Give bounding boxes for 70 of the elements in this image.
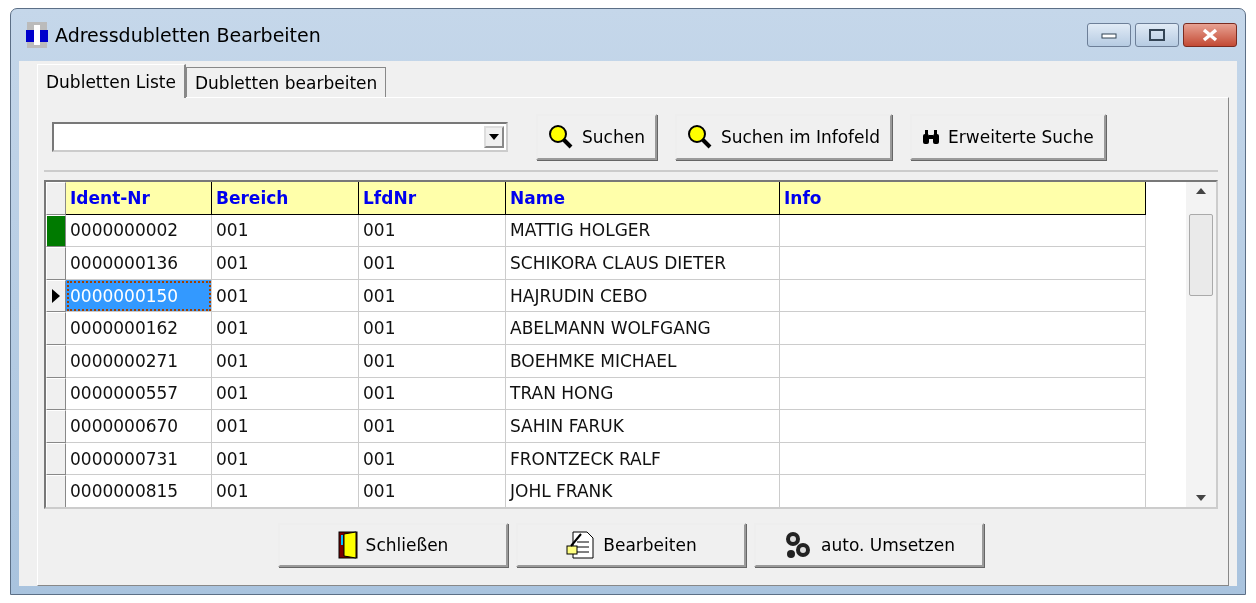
table-cell: SAHIN FARUK xyxy=(506,410,780,443)
table-cell: HAJRUDIN CEBO xyxy=(506,279,780,313)
table-cell: 001 xyxy=(359,247,506,280)
table-cell: 001 xyxy=(212,377,359,411)
column-header[interactable]: LfdNr xyxy=(359,182,506,215)
minimize-icon xyxy=(1101,31,1117,39)
table-cell: 001 xyxy=(212,247,359,280)
table-cell: ABELMANN WOLFGANG xyxy=(506,312,780,345)
search-icon xyxy=(686,124,713,150)
table-cell: 0000000731 xyxy=(66,442,212,476)
search-button[interactable]: Erweiterte Suche xyxy=(910,114,1106,160)
action-button[interactable]: Bearbeiten xyxy=(516,523,746,567)
minimize-button[interactable] xyxy=(1087,23,1131,47)
column-header[interactable]: Ident-Nr xyxy=(66,182,212,215)
table-cell: 001 xyxy=(212,279,359,313)
close-button[interactable] xyxy=(1183,23,1237,47)
table-cell: 0000000136 xyxy=(66,247,212,280)
current-row-icon xyxy=(52,289,60,304)
scroll-up-icon[interactable] xyxy=(1196,188,1206,194)
scroll-down-icon[interactable] xyxy=(1196,495,1206,501)
document-edit-icon xyxy=(565,530,596,560)
table-cell: 0000000670 xyxy=(66,410,212,443)
table-cell: MATTIG HOLGER xyxy=(506,214,780,248)
action-button[interactable]: auto. Umsetzen xyxy=(754,523,984,567)
tab[interactable]: Dubletten bearbeiten xyxy=(186,67,387,97)
table-cell: 0000000162 xyxy=(66,312,212,345)
tab[interactable]: Dubletten Liste xyxy=(37,64,186,98)
table-cell: 001 xyxy=(212,410,359,443)
table-cell: BOEHMKE MICHAEL xyxy=(506,344,780,378)
table-cell: 0000000002 xyxy=(66,214,212,248)
column-header[interactable]: Bereich xyxy=(212,182,359,215)
dropdown-arrow-icon xyxy=(489,134,499,140)
table-cell: 001 xyxy=(359,279,506,313)
maximize-button[interactable] xyxy=(1135,23,1179,47)
table-cell: 001 xyxy=(359,312,506,345)
binoculars-icon xyxy=(922,129,941,145)
table-cell: 001 xyxy=(359,377,506,411)
window-title: Adressdubletten Bearbeiten xyxy=(55,24,321,46)
action-button[interactable]: Schließen xyxy=(278,523,508,567)
table-cell: 001 xyxy=(359,344,506,378)
table-cell: SCHIKORA CLAUS DIETER xyxy=(506,247,780,280)
app-icon xyxy=(25,21,49,49)
table-cell: 001 xyxy=(359,214,506,248)
scrollbar-thumb[interactable] xyxy=(1189,213,1213,296)
door-icon xyxy=(337,531,358,559)
table-cell: 0000000271 xyxy=(66,344,212,378)
column-header[interactable]: Name xyxy=(506,182,780,215)
column-header[interactable]: Info xyxy=(780,182,1146,215)
table-cell: 001 xyxy=(212,344,359,378)
table-cell: 001 xyxy=(359,475,506,507)
row-indicator[interactable] xyxy=(46,279,66,313)
search-button[interactable]: Suchen xyxy=(536,114,657,160)
table-cell: 001 xyxy=(212,475,359,507)
table-cell: 0000000150 xyxy=(66,279,212,313)
table-cell: 0000000557 xyxy=(66,377,212,411)
search-button[interactable]: Suchen im Infofeld xyxy=(674,114,893,160)
search-icon xyxy=(548,124,574,150)
scrollbar[interactable] xyxy=(1186,182,1216,507)
table-cell: 001 xyxy=(359,442,506,476)
table-cell: JOHL FRANK xyxy=(506,475,780,507)
table-cell: 001 xyxy=(212,312,359,345)
table-cell: 001 xyxy=(212,442,359,476)
table-cell: FRONTZECK RALF xyxy=(506,442,780,476)
table-cell: 001 xyxy=(212,214,359,248)
maximize-icon xyxy=(1149,29,1165,41)
table-cell: 0000000815 xyxy=(66,475,212,507)
close-icon xyxy=(1201,28,1219,42)
table-cell: TRAN HONG xyxy=(506,377,780,411)
search-combobox[interactable] xyxy=(52,122,508,152)
table-cell: 001 xyxy=(359,410,506,443)
